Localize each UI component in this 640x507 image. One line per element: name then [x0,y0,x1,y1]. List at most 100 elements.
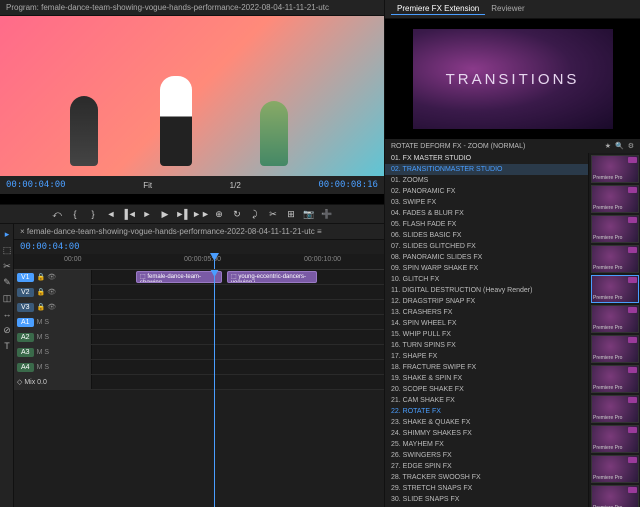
transport-btn-5[interactable]: ► [141,208,153,220]
category-item[interactable]: 01. ZOOMS [385,175,588,186]
transport-btn-9[interactable]: ⊕ [213,208,225,220]
solo-icon[interactable]: S [44,349,49,356]
category-item[interactable]: 18. FRACTURE SWIPE FX [385,362,588,373]
track-label[interactable]: V2 [17,288,34,297]
clip[interactable]: ⬚ female-dance-team-showing [136,271,222,283]
mute-icon[interactable]: M [37,319,43,326]
preset-thumbnail[interactable]: Premiere Pro [591,425,639,453]
tool-3[interactable]: ✎ [1,276,13,288]
category-item[interactable]: 14. SPIN WHEEL FX [385,318,588,329]
mix-label[interactable]: ◇ Mix 0.0 [17,378,47,386]
mute-icon[interactable]: M [37,349,43,356]
transport-btn-3[interactable]: ◄ [105,208,117,220]
track-content[interactable] [92,360,384,374]
preset-thumbnail[interactable]: Premiere Pro [591,365,639,393]
tool-6[interactable]: ⊘ [1,324,13,336]
preset-thumbnail[interactable]: Premiere Pro [591,185,639,213]
preview-panel[interactable]: TRANSITIONS [385,19,640,139]
category-item[interactable]: 23. SHAKE & QUAKE FX [385,417,588,428]
preset-thumbnail[interactable]: Premiere Pro [591,155,639,183]
timeline-current-time[interactable]: 00:00:04:00 [20,242,80,252]
category-item[interactable]: 13. CRASHERS FX [385,307,588,318]
category-item[interactable]: 24. SHIMMY SHAKES FX [385,428,588,439]
category-item[interactable]: 06. SLIDES BASIC FX [385,230,588,241]
eye-icon[interactable]: 👁 [47,303,56,311]
transport-btn-10[interactable]: ↻ [231,208,243,220]
category-item[interactable]: 27. EDGE SPIN FX [385,461,588,472]
transport-btn-11[interactable]: ⤸ [249,208,261,220]
transport-btn-8[interactable]: ►► [195,208,207,220]
category-item[interactable]: 10. GLITCH FX [385,274,588,285]
track-label[interactable]: A2 [17,333,34,342]
preset-thumbnail[interactable]: Premiere Pro [591,305,639,333]
track-label[interactable]: A1 [17,318,34,327]
eye-icon[interactable]: 👁 [47,273,56,281]
preset-thumbnail[interactable]: Premiere Pro [591,395,639,423]
tool-5[interactable]: ↔ [1,308,13,320]
category-item[interactable]: 07. SLIDES GLITCHED FX [385,241,588,252]
category-item[interactable]: 15. WHIP PULL FX [385,329,588,340]
solo-icon[interactable]: S [44,319,49,326]
track-content[interactable] [92,285,384,299]
preset-thumbnail[interactable]: Premiere Pro [591,485,639,507]
clip[interactable]: ⬚ young-eccentric-dancers-voguing-i [227,271,317,283]
tool-0[interactable]: ▸ [1,228,13,240]
lock-icon[interactable]: 🔒 [37,303,46,311]
track-content[interactable] [92,345,384,359]
preset-thumbnail[interactable]: Premiere Pro [591,245,639,273]
category-item[interactable]: 20. SCOPE SHAKE FX [385,384,588,395]
track-label[interactable]: V1 [17,273,34,282]
transport-btn-6[interactable]: ▶ [159,208,171,220]
transport-btn-0[interactable]: ⤺ [51,208,63,220]
search-icon[interactable]: 🔍 [615,142,624,150]
category-item[interactable]: 25. MAYHEM FX [385,439,588,450]
category-item[interactable]: 26. SWINGERS FX [385,450,588,461]
transport-btn-12[interactable]: ✂ [267,208,279,220]
lock-icon[interactable]: 🔒 [37,273,46,281]
mute-icon[interactable]: M [37,334,43,341]
category-item[interactable]: 03. SWIPE FX [385,197,588,208]
extension-tab[interactable]: Reviewer [485,3,530,15]
mute-icon[interactable]: M [37,364,43,371]
sequence-name[interactable]: × female-dance-team-showing-vogue-hands-… [14,224,384,240]
lock-icon[interactable]: 🔒 [37,288,46,296]
star-icon[interactable]: ★ [605,142,611,150]
category-item[interactable]: 29. STRETCH SNAPS FX [385,483,588,494]
transport-btn-13[interactable]: ⊞ [285,208,297,220]
track-label[interactable]: V3 [17,303,34,312]
track-content[interactable]: ⬚ female-dance-team-showing ⬚ young-eccen… [92,270,384,284]
preset-thumbnail[interactable]: Premiere Pro [591,275,639,303]
program-current-time[interactable]: 00:00:04:00 [6,180,66,190]
extension-tab[interactable]: Premiere FX Extension [391,3,485,15]
transport-btn-4[interactable]: ▐◄ [123,208,135,220]
transport-btn-2[interactable]: } [87,208,99,220]
track-content[interactable] [92,330,384,344]
category-item[interactable]: 08. PANORAMIC SLIDES FX [385,252,588,263]
preset-thumbnail[interactable]: Premiere Pro [591,215,639,243]
category-item[interactable]: 22. ROTATE FX [385,406,588,417]
transport-btn-14[interactable]: 📷 [303,208,315,220]
transport-btn-15[interactable]: ➕ [321,208,333,220]
category-item[interactable]: 02. PANORAMIC FX [385,186,588,197]
preset-thumbnail[interactable]: Premiere Pro [591,455,639,483]
track-label[interactable]: A3 [17,348,34,357]
eye-icon[interactable]: 👁 [47,288,56,296]
category-item[interactable]: 11. DIGITAL DESTRUCTION (Heavy Render) [385,285,588,296]
category-item[interactable]: 09. SPIN WARP SHAKE FX [385,263,588,274]
timeline-ruler[interactable]: 00:0000:00:05:0000:00:10:00 [14,254,384,270]
category-item[interactable]: 21. CAM SHAKE FX [385,395,588,406]
tool-7[interactable]: T [1,340,13,352]
playhead[interactable] [214,254,215,269]
transport-btn-7[interactable]: ►▌ [177,208,189,220]
track-content[interactable] [92,315,384,329]
category-top[interactable]: 01. FX MASTER STUDIO [385,153,588,164]
solo-icon[interactable]: S [44,334,49,341]
track-content[interactable] [92,300,384,314]
tool-1[interactable]: ⬚ [1,244,13,256]
category-item[interactable]: 05. FLASH FADE FX [385,219,588,230]
category-item[interactable]: 16. TURN SPINS FX [385,340,588,351]
solo-icon[interactable]: S [44,364,49,371]
program-zoom[interactable]: 1/2 [230,181,241,190]
category-top[interactable]: 02. TRANSITIONMASTER STUDIO [385,164,588,175]
track-label[interactable]: A4 [17,363,34,372]
